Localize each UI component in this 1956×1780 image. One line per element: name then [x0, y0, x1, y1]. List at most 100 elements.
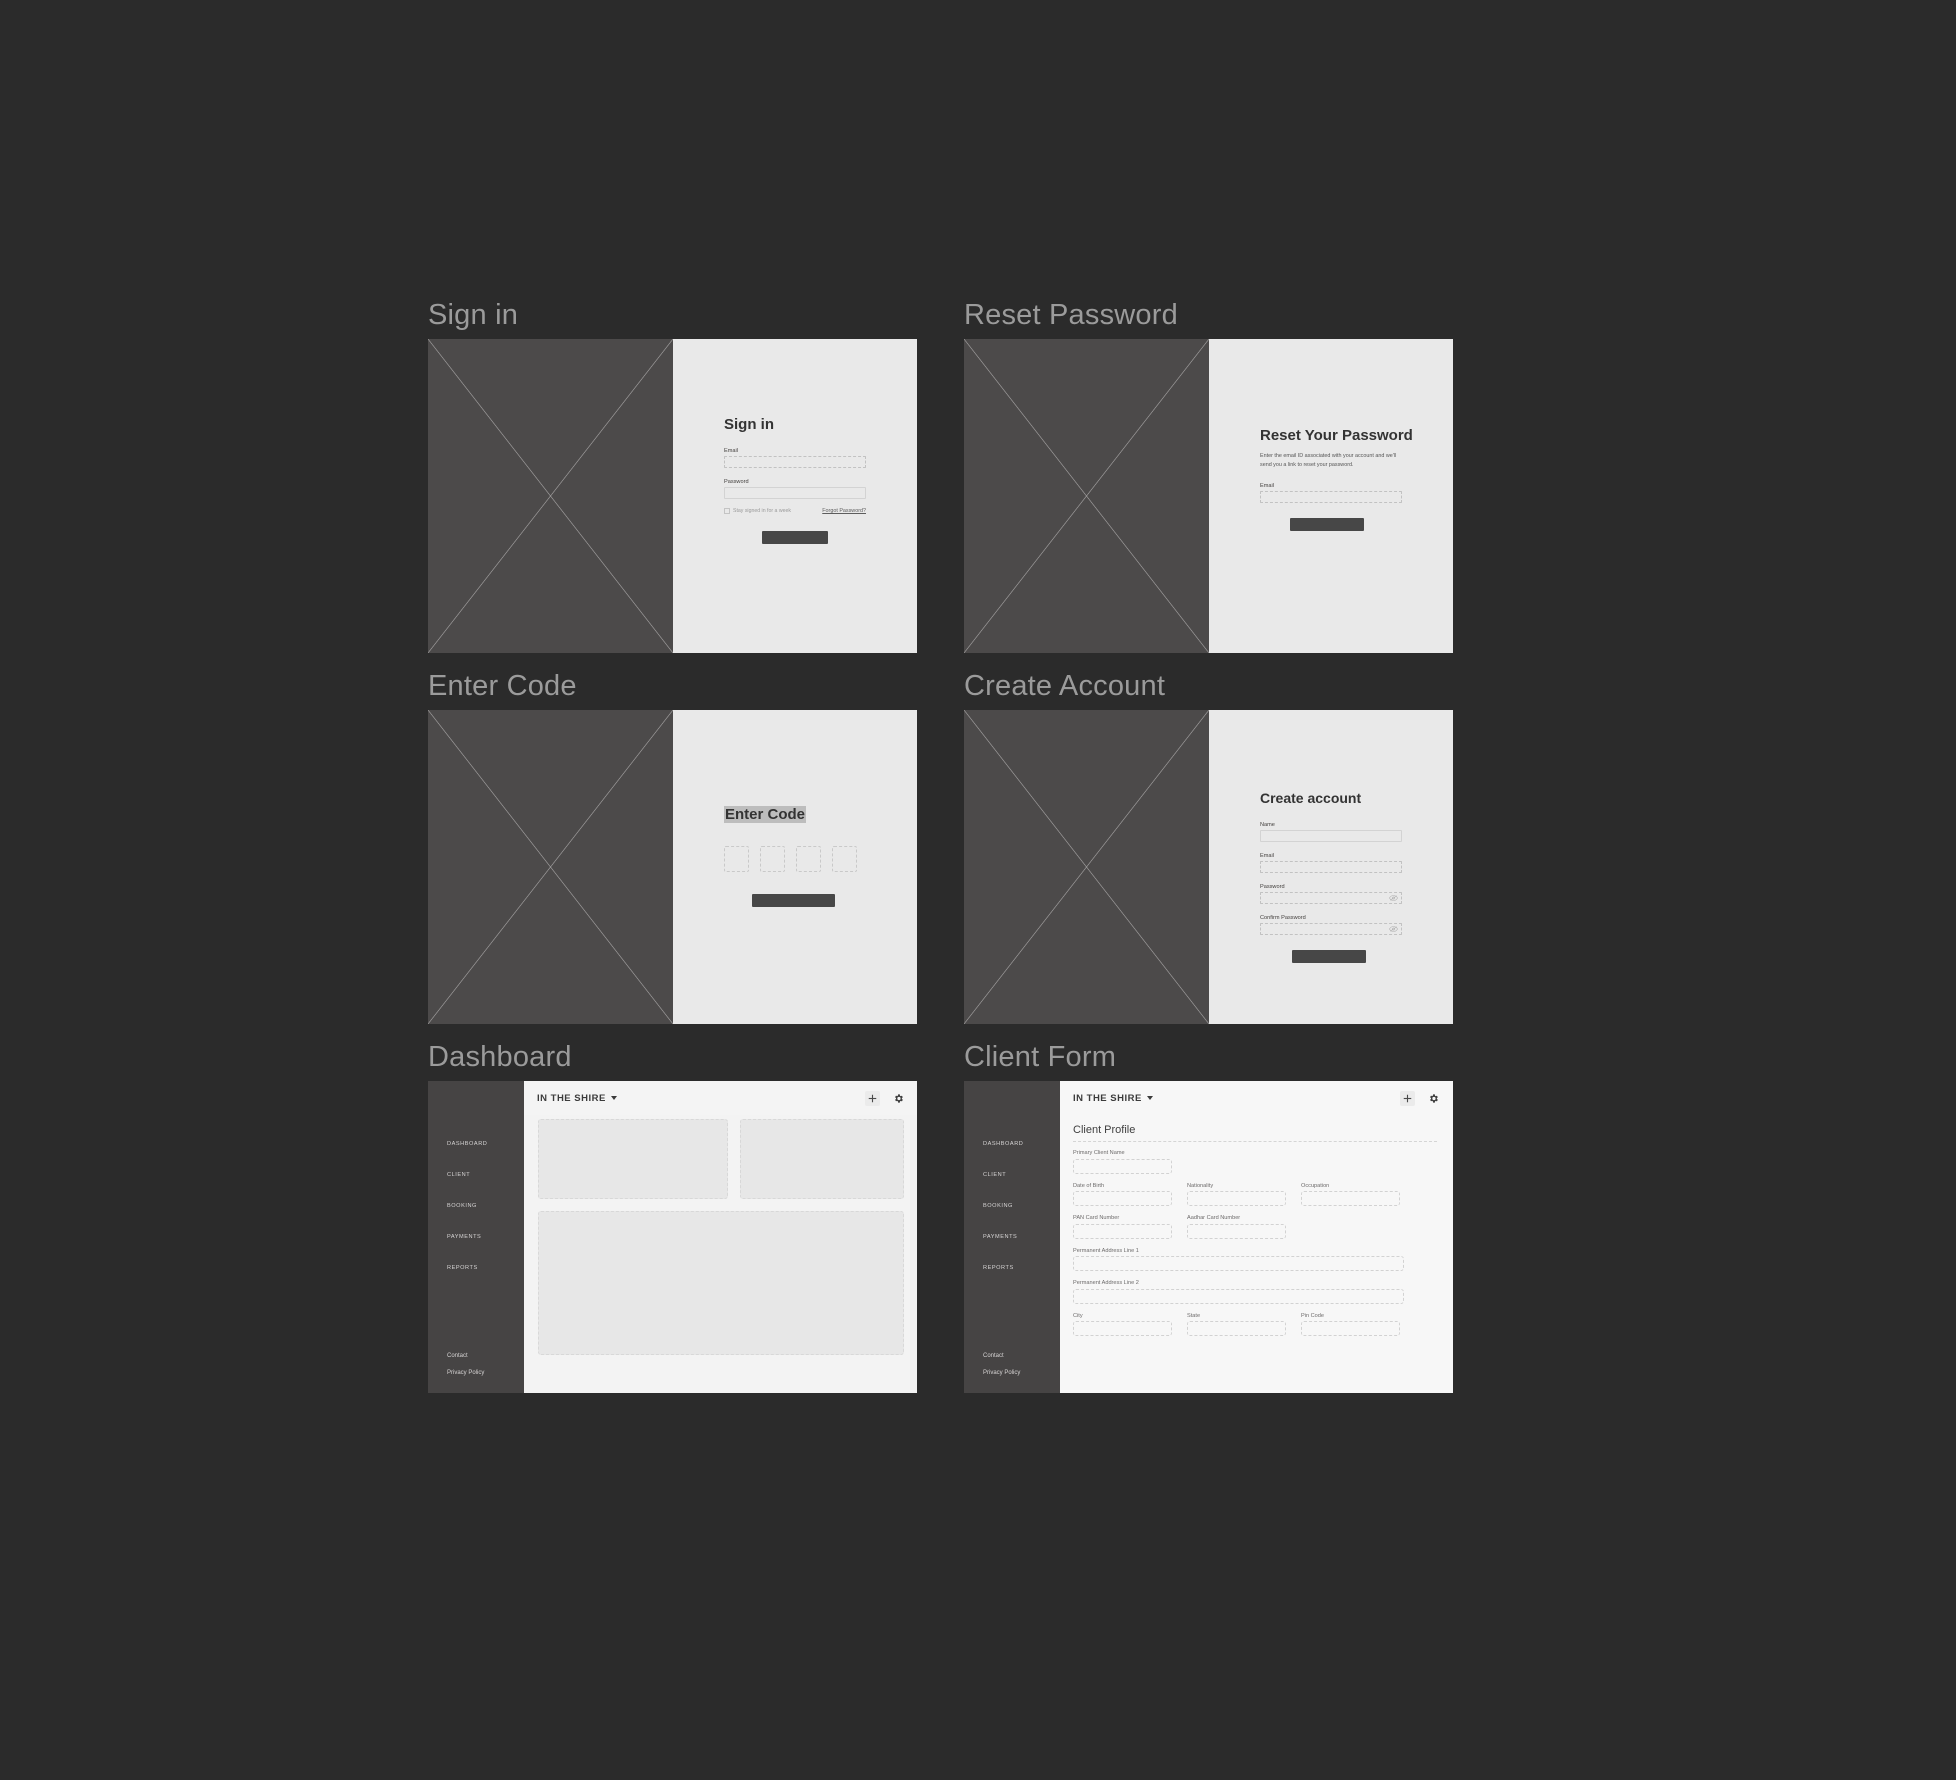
dashboard-card-row — [538, 1119, 904, 1199]
nationality-group: Nationality — [1187, 1183, 1286, 1206]
dashboard-card-3[interactable] — [538, 1211, 904, 1355]
client-form-header-actions — [1400, 1090, 1441, 1106]
nationality-input[interactable] — [1187, 1191, 1286, 1206]
sidebar-item-reports[interactable]: REPORTS — [428, 1253, 524, 1284]
create-account-submit-button[interactable] — [1292, 950, 1366, 963]
frame-title-dashboard: Dashboard — [428, 1041, 572, 1073]
permanent-address-line-2-label: Permanent Address Line 2 — [1073, 1280, 1139, 1286]
sign-in-form-pane: Sign in Email Password Stay signed in fo… — [673, 339, 917, 653]
aadhar-card-number-input[interactable] — [1187, 1223, 1286, 1239]
primary-client-name-group: Primary Client Name — [1073, 1150, 1437, 1174]
code-input-row — [724, 846, 866, 872]
plus-icon[interactable] — [1400, 1090, 1415, 1106]
create-account-form-pane: Create account Name Email Password Confi… — [1209, 710, 1453, 1024]
create-password-input[interactable] — [1260, 892, 1402, 904]
sign-in-submit-button[interactable] — [762, 531, 828, 544]
city-input[interactable] — [1073, 1321, 1172, 1336]
gear-icon[interactable] — [891, 1091, 906, 1106]
sidebar-link-privacy-policy[interactable]: Privacy Policy — [964, 1365, 1060, 1382]
code-digit-2[interactable] — [760, 846, 785, 872]
reset-password-hero-image-placeholder — [964, 339, 1209, 653]
reset-email-label: Email — [1260, 483, 1274, 490]
sidebar-link-contact[interactable]: Contact — [964, 1348, 1060, 1365]
sidebar-item-client[interactable]: CLIENT — [964, 1160, 1060, 1191]
password-input[interactable] — [724, 487, 866, 499]
occupation-label: Occupation — [1301, 1182, 1330, 1189]
code-digit-4[interactable] — [832, 846, 857, 872]
brand-dropdown[interactable]: IN THE SHIRE — [1073, 1093, 1153, 1104]
confirm-password-label: Confirm Password — [1260, 915, 1306, 921]
sidebar-item-dashboard[interactable]: DASHBOARD — [428, 1129, 524, 1160]
forgot-password-link[interactable]: Forgot Password? — [822, 508, 866, 514]
create-account-screen: Create account Name Email Password Confi… — [964, 710, 1453, 1024]
name-field-group: Name — [1260, 822, 1402, 842]
chevron-down-icon — [610, 1096, 617, 1100]
dashboard-header: IN THE SHIRE — [524, 1081, 917, 1115]
client-form-content: Client Profile Primary Client Name Date … — [1060, 1115, 1453, 1336]
aadhar-card-number-group: Aadhar Card Number — [1187, 1215, 1286, 1239]
sidebar-item-payments[interactable]: PAYMENTS — [428, 1222, 524, 1253]
email-label: Email — [724, 448, 738, 454]
reset-password-screen: Reset Your Password Enter the email ID a… — [964, 339, 1453, 653]
create-email-field-group: Email — [1260, 853, 1402, 873]
gear-icon[interactable] — [1426, 1091, 1441, 1106]
primary-client-name-input[interactable] — [1073, 1158, 1172, 1174]
section-divider — [1073, 1141, 1437, 1142]
state-group: State — [1187, 1313, 1286, 1336]
permanent-address-line-1-input[interactable] — [1073, 1256, 1404, 1271]
client-form-screen: DASHBOARD CLIENT BOOKING PAYMENTS REPORT… — [964, 1081, 1453, 1393]
sidebar-footer: Contact Privacy Policy — [964, 1348, 1060, 1382]
create-account-heading: Create account — [1260, 790, 1362, 806]
enter-code-submit-button[interactable] — [752, 894, 835, 907]
sidebar-footer: Contact Privacy Policy — [428, 1348, 524, 1382]
sidebar-link-privacy-policy[interactable]: Privacy Policy — [428, 1365, 524, 1382]
sidebar-item-payments[interactable]: PAYMENTS — [964, 1222, 1060, 1253]
permanent-address-line-1-label: Permanent Address Line 1 — [1073, 1247, 1139, 1254]
code-digit-3[interactable] — [796, 846, 821, 872]
occupation-input[interactable] — [1301, 1191, 1400, 1206]
name-label: Name — [1260, 822, 1275, 828]
date-of-birth-input[interactable] — [1073, 1191, 1172, 1206]
sidebar-item-reports[interactable]: REPORTS — [964, 1253, 1060, 1284]
name-input[interactable] — [1260, 830, 1402, 842]
dashboard-card-2[interactable] — [740, 1119, 904, 1199]
pin-code-input[interactable] — [1301, 1321, 1400, 1336]
reset-password-submit-button[interactable] — [1290, 518, 1364, 532]
create-email-label: Email — [1260, 853, 1274, 859]
client-form-header: IN THE SHIRE — [1060, 1081, 1453, 1115]
frame-title-enter-code: Enter Code — [428, 670, 577, 702]
client-profile-title: Client Profile — [1073, 1124, 1136, 1136]
state-input[interactable] — [1187, 1321, 1286, 1336]
reset-password-description: Enter the email ID associated with your … — [1260, 453, 1397, 469]
reset-email-input[interactable] — [1260, 491, 1402, 504]
sidebar-link-contact[interactable]: Contact — [428, 1348, 524, 1365]
plus-icon[interactable] — [865, 1090, 880, 1106]
eye-icon[interactable] — [1389, 895, 1398, 902]
brand-dropdown[interactable]: IN THE SHIRE — [537, 1093, 617, 1104]
frame-title-reset-password: Reset Password — [964, 299, 1178, 331]
sign-in-hero-image-placeholder — [428, 339, 673, 653]
pan-card-number-input[interactable] — [1073, 1223, 1172, 1239]
sidebar-item-booking[interactable]: BOOKING — [428, 1191, 524, 1222]
sign-in-heading: Sign in — [724, 416, 774, 433]
dashboard-content — [524, 1115, 917, 1355]
checkbox-icon — [724, 508, 730, 514]
enter-code-heading-text: Enter Code — [724, 806, 807, 823]
identity-row-1: Date of Birth Nationality Occupation — [1073, 1182, 1437, 1206]
confirm-password-input[interactable] — [1260, 923, 1402, 935]
email-input[interactable] — [724, 456, 866, 468]
sidebar-item-booking[interactable]: BOOKING — [964, 1191, 1060, 1222]
stay-signed-in-label: Stay signed in for a week — [733, 508, 791, 514]
sidebar-item-client[interactable]: CLIENT — [428, 1160, 524, 1191]
sign-in-screen: Sign in Email Password Stay signed in fo… — [428, 339, 917, 653]
permanent-address-line-2-input[interactable] — [1073, 1288, 1404, 1304]
sidebar-item-dashboard[interactable]: DASHBOARD — [964, 1129, 1060, 1160]
create-email-input[interactable] — [1260, 861, 1402, 873]
dashboard-card-1[interactable] — [538, 1119, 728, 1199]
dashboard-sidebar: DASHBOARD CLIENT BOOKING PAYMENTS REPORT… — [428, 1081, 524, 1393]
code-digit-1[interactable] — [724, 846, 749, 872]
client-form-main: IN THE SHIRE Client Profile Primary Clie… — [1060, 1081, 1453, 1393]
eye-icon[interactable] — [1389, 926, 1398, 933]
stay-signed-in-checkbox[interactable]: Stay signed in for a week — [724, 508, 791, 514]
brand-label: IN THE SHIRE — [1073, 1092, 1142, 1104]
